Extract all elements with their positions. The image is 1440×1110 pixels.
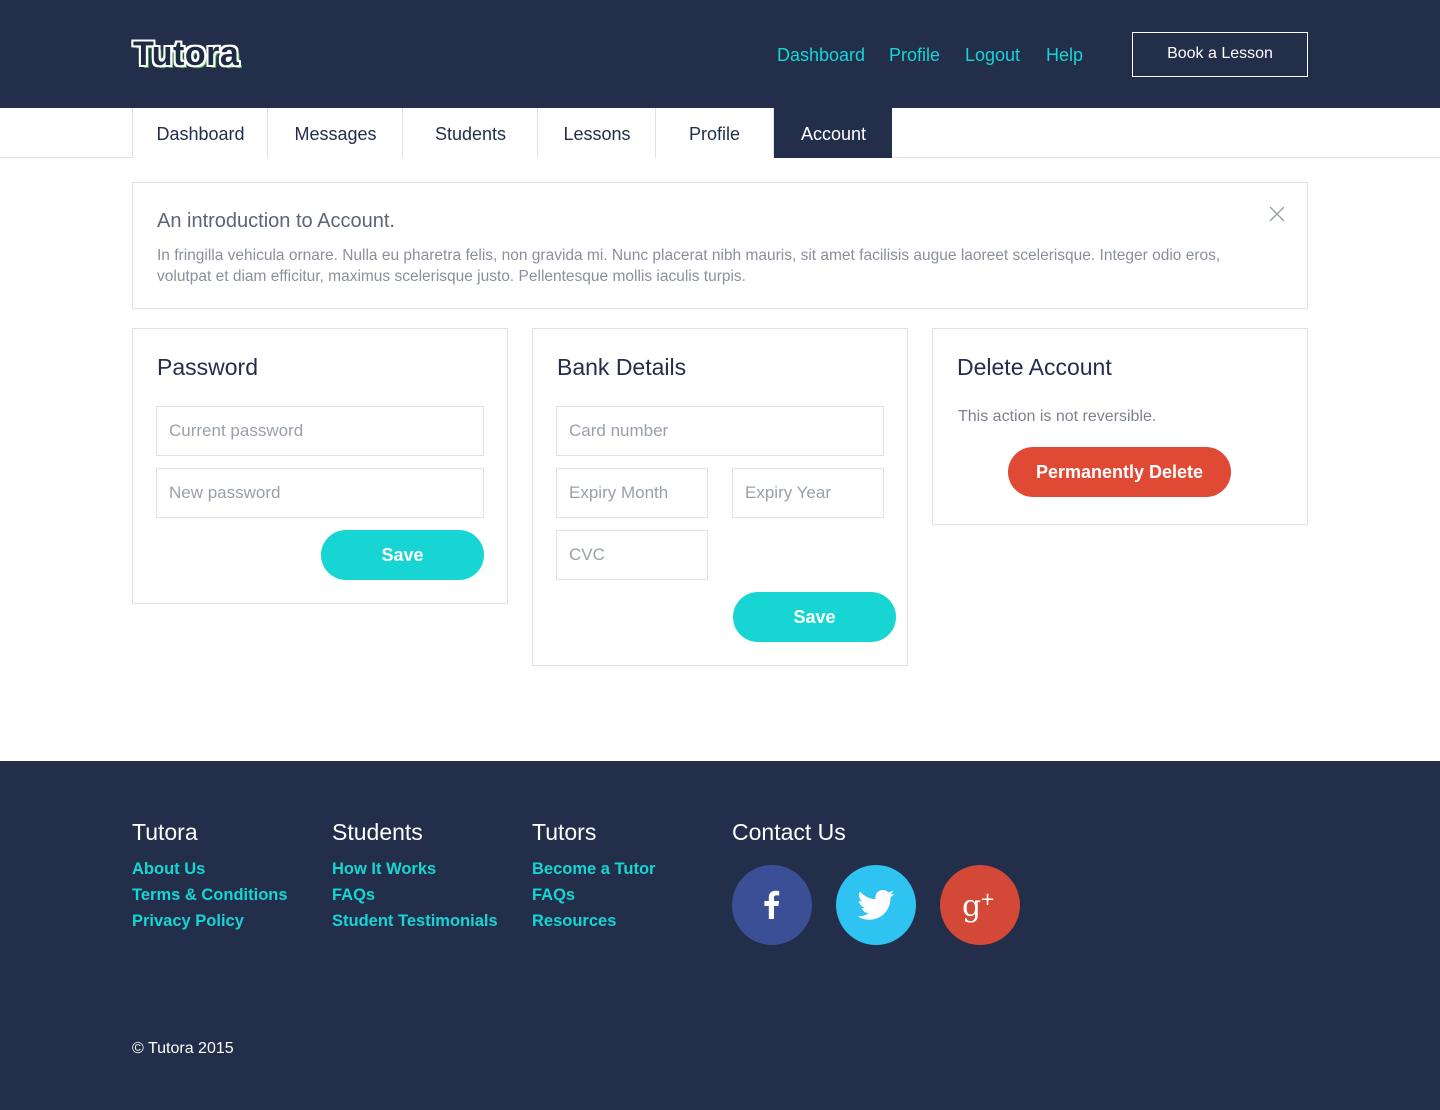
site-footer: Tutora About Us Terms & Conditions Priva… [0, 761, 1440, 1110]
bank-card-title: Bank Details [557, 354, 687, 380]
topnav-dashboard-link[interactable]: Dashboard [777, 44, 865, 66]
topnav-dashboard-wrap: Dashboard [777, 44, 865, 66]
expiry-year-input[interactable] [732, 468, 884, 518]
facebook-button[interactable] [732, 865, 812, 945]
delete-card-title: Delete Account [957, 354, 1112, 380]
svg-text:g: g [962, 889, 981, 924]
footer-heading: Contact Us [732, 819, 846, 845]
topnav-help-link[interactable]: Help [1046, 44, 1083, 66]
tab-lessons[interactable]: Lessons [537, 108, 656, 158]
password-card-title: Password [157, 354, 258, 380]
intro-panel: An introduction to Account. In fringilla… [132, 182, 1308, 309]
delete-account-card: Delete Account This action is not revers… [932, 328, 1308, 525]
footer-link-testimonials[interactable]: Student Testimonials [332, 908, 498, 934]
intro-body: In fringilla vehicula ornare. Nulla eu p… [157, 247, 1221, 285]
card-number-input[interactable] [556, 406, 884, 456]
google-plus-icon: g + [962, 889, 995, 924]
footer-link-resources[interactable]: Resources [532, 908, 655, 934]
tab-messages[interactable]: Messages [267, 108, 403, 158]
facebook-icon [764, 890, 780, 919]
bank-details-card: Bank Details Save [532, 328, 908, 666]
footer-heading: Tutora [132, 819, 198, 845]
topnav-profile-wrap: Profile [889, 44, 940, 66]
tutora-logo[interactable]: Tutora [133, 34, 239, 74]
footer-link-become-tutor[interactable]: Become a Tutor [532, 856, 655, 882]
footer-heading: Tutors [532, 819, 597, 845]
footer-link-terms[interactable]: Terms & Conditions [132, 882, 288, 908]
footer-heading: Students [332, 819, 423, 845]
footer-link-faqs[interactable]: FAQs [332, 882, 498, 908]
book-lesson-button[interactable]: Book a Lesson [1132, 32, 1308, 77]
footer-col-students: Students How It Works FAQs Student Testi… [332, 818, 498, 934]
site-header: Tutora Dashboard Profile Logout Help Boo… [0, 0, 1440, 108]
expiry-month-input[interactable] [556, 468, 708, 518]
bank-save-button[interactable]: Save [733, 592, 896, 642]
twitter-icon [857, 890, 895, 920]
topnav-profile-link[interactable]: Profile [889, 44, 940, 66]
password-card: Password Save [132, 328, 508, 604]
topnav-help-wrap: Help [1046, 44, 1083, 66]
topnav-logout-link[interactable]: Logout [965, 44, 1020, 66]
delete-warning-text: This action is not reversible. [958, 408, 1157, 425]
footer-col-contact: Contact Us [732, 818, 846, 856]
footer-col-tutora: Tutora About Us Terms & Conditions Priva… [132, 818, 288, 934]
permanently-delete-button[interactable]: Permanently Delete [1008, 447, 1231, 497]
password-save-button[interactable]: Save [321, 530, 484, 580]
tab-account[interactable]: Account [774, 108, 892, 158]
footer-col-tutors: Tutors Become a Tutor FAQs Resources [532, 818, 655, 934]
footer-link-tutor-faqs[interactable]: FAQs [532, 882, 655, 908]
copyright-text: © Tutora 2015 [132, 1040, 234, 1057]
cvc-input[interactable] [556, 530, 708, 580]
current-password-input[interactable] [156, 406, 484, 456]
twitter-button[interactable] [836, 865, 916, 945]
intro-title: An introduction to Account. [157, 210, 395, 232]
new-password-input[interactable] [156, 468, 484, 518]
tab-profile[interactable]: Profile [655, 108, 774, 158]
footer-link-how-it-works[interactable]: How It Works [332, 856, 498, 882]
tab-dashboard[interactable]: Dashboard [132, 108, 268, 158]
close-icon[interactable] [1269, 206, 1285, 222]
tab-students[interactable]: Students [402, 108, 538, 158]
footer-link-privacy[interactable]: Privacy Policy [132, 908, 288, 934]
account-tab-bar: Dashboard Messages Students Lessons Prof… [0, 108, 1440, 158]
topnav-logout-wrap: Logout [965, 44, 1020, 66]
google-plus-button[interactable]: g + [940, 865, 1020, 945]
svg-text:+: + [980, 889, 995, 910]
footer-link-about[interactable]: About Us [132, 856, 288, 882]
